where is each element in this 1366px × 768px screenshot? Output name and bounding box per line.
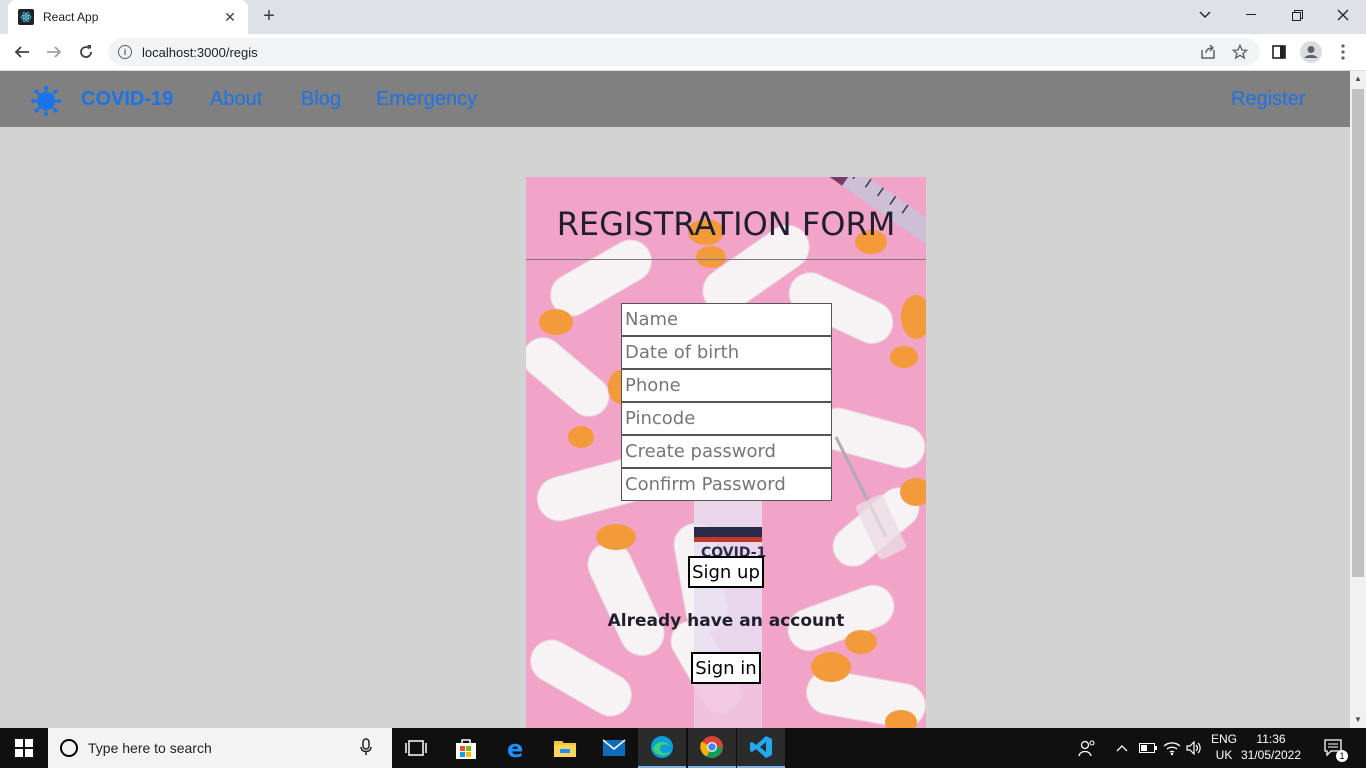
forward-arrow-icon[interactable] — [40, 38, 68, 66]
language-indicator[interactable]: ENG UK — [1208, 731, 1240, 763]
close-window-button[interactable] — [1320, 0, 1366, 30]
people-icon[interactable] — [1078, 728, 1096, 768]
browser-tabstrip: React App ✕ + — [0, 0, 1366, 34]
title-divider — [526, 259, 926, 260]
nav-link-register[interactable]: Register — [1231, 88, 1305, 111]
scroll-thumb[interactable] — [1352, 89, 1364, 577]
notification-count-badge: 1 — [1336, 750, 1348, 762]
confirm-password-field[interactable] — [621, 468, 832, 501]
profile-avatar-icon[interactable] — [1298, 39, 1324, 65]
taskbar-clock[interactable]: 11:36 31/05/2022 — [1240, 731, 1302, 763]
app-navbar: COVID-19 About Blog Emergency Register — [0, 71, 1350, 127]
reload-icon[interactable] — [72, 38, 100, 66]
restore-button[interactable] — [1274, 0, 1320, 30]
nav-link-about[interactable]: About — [210, 88, 262, 111]
browser-tab[interactable]: React App ✕ — [8, 0, 248, 34]
nav-link-blog[interactable]: Blog — [301, 88, 341, 111]
keyboard-layout: UK — [1215, 748, 1233, 762]
nav-link-emergency[interactable]: Emergency — [376, 88, 477, 111]
svg-text:e: e — [507, 736, 523, 760]
tab-title: React App — [43, 10, 99, 24]
sign-up-button[interactable]: Sign up — [688, 556, 764, 588]
url-text: localhost:3000/regis — [142, 44, 258, 60]
react-favicon-icon — [18, 9, 34, 25]
new-tab-button[interactable]: + — [258, 6, 280, 28]
battery-icon[interactable] — [1139, 728, 1157, 768]
tab-close-icon[interactable]: ✕ — [222, 9, 238, 26]
virus-logo-icon[interactable] — [30, 85, 62, 117]
already-have-account-text: Already have an account — [607, 611, 845, 631]
scroll-up-arrow-icon[interactable]: ▲ — [1350, 71, 1366, 87]
menu-dots-icon[interactable] — [1330, 39, 1356, 65]
windows-taskbar: Type here to search e ENG UK 11:36 31/05… — [0, 728, 1366, 768]
mail-icon[interactable] — [590, 728, 638, 768]
cortana-circle-icon — [60, 739, 78, 757]
phone-field[interactable] — [621, 369, 832, 402]
microphone-icon[interactable] — [360, 737, 380, 759]
taskbar-search-box[interactable]: Type here to search — [48, 728, 392, 768]
chrome-icon[interactable] — [688, 728, 736, 768]
site-info-icon[interactable]: i — [118, 45, 132, 59]
create-password-field[interactable] — [621, 435, 832, 468]
page-scrollbar[interactable]: ▲ ▼ — [1350, 71, 1366, 728]
address-bar[interactable]: i localhost:3000/regis — [108, 38, 1260, 66]
task-view-icon[interactable] — [392, 728, 440, 768]
tab-search-chevron-icon[interactable] — [1182, 0, 1228, 30]
sign-in-button[interactable]: Sign in — [691, 652, 761, 684]
date-of-birth-field[interactable] — [621, 336, 832, 369]
brand-link[interactable]: COVID-19 — [81, 88, 173, 111]
edge-browser-icon[interactable] — [638, 728, 686, 768]
vscode-icon[interactable] — [737, 728, 785, 768]
clock-time: 11:36 — [1256, 732, 1286, 746]
scroll-down-arrow-icon[interactable]: ▼ — [1350, 712, 1366, 728]
share-icon[interactable] — [1195, 39, 1221, 65]
browser-toolbar: i localhost:3000/regis — [0, 34, 1366, 71]
show-hidden-icons-chevron-icon[interactable] — [1116, 728, 1128, 768]
bookmark-star-icon[interactable] — [1227, 39, 1253, 65]
form-title: REGISTRATION FORM — [556, 205, 896, 243]
edge-legacy-icon[interactable]: e — [492, 728, 540, 768]
file-explorer-icon[interactable] — [541, 728, 589, 768]
name-field[interactable] — [621, 303, 832, 336]
minimize-button[interactable] — [1228, 0, 1274, 30]
language-code: ENG — [1210, 732, 1237, 746]
volume-icon[interactable] — [1186, 728, 1202, 768]
windows-start-icon[interactable] — [0, 728, 48, 768]
pincode-field[interactable] — [621, 402, 832, 435]
microsoft-store-icon[interactable] — [442, 728, 490, 768]
registration-card: COVID-1 REGISTRATION FORM Sign up Alread… — [526, 177, 926, 728]
clock-date: 31/05/2022 — [1240, 748, 1302, 762]
side-panel-icon[interactable] — [1266, 39, 1292, 65]
wifi-icon[interactable] — [1163, 728, 1181, 768]
back-arrow-icon[interactable] — [8, 38, 36, 66]
notification-center-icon[interactable]: 1 — [1324, 728, 1348, 768]
taskbar-search-text: Type here to search — [88, 740, 212, 756]
